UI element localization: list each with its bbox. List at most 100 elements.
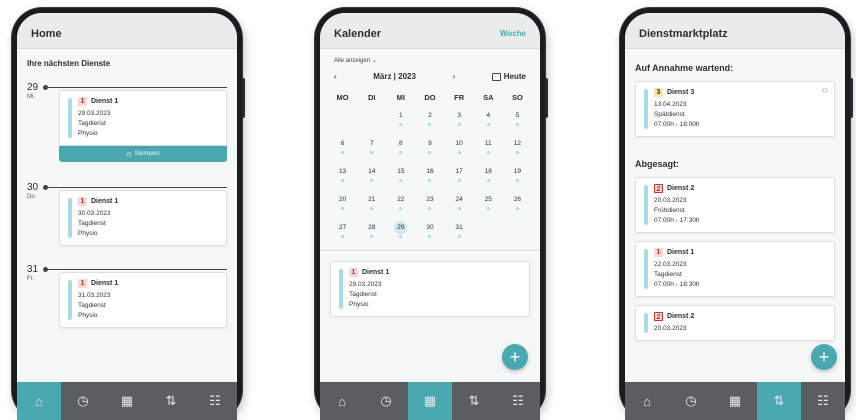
- shift-card[interactable]: 1 Dienst 1 31.03.2023 Tagdienst Physio: [59, 272, 227, 328]
- calendar-empty: [503, 214, 532, 242]
- calendar-day[interactable]: 5: [503, 102, 532, 130]
- calendar-day[interactable]: 28: [357, 214, 386, 242]
- nav-market[interactable]: ⇅: [757, 382, 801, 420]
- nav-team[interactable]: ☷: [496, 382, 540, 420]
- shift-indicator: [474, 123, 503, 126]
- add-button[interactable]: +: [811, 344, 837, 370]
- day-number: 27: [338, 224, 347, 231]
- calendar-day[interactable]: 20: [328, 186, 357, 214]
- shift-indicator: [503, 207, 532, 210]
- shift-indicator: [503, 179, 532, 182]
- shift-card[interactable]: 1 Dienst 1 30.03.2023 Tagdienst Physio: [59, 190, 227, 246]
- nav-home[interactable]: ⌂: [320, 382, 364, 420]
- shift-indicator: [386, 207, 415, 210]
- calendar-day[interactable]: 2: [415, 102, 444, 130]
- calendar-day[interactable]: 16: [415, 158, 444, 186]
- calendar-day[interactable]: 15: [386, 158, 415, 186]
- calendar-empty: [328, 102, 357, 130]
- filter-dropdown[interactable]: Alle anzeigen ⌄: [320, 49, 540, 64]
- nav-home[interactable]: ⌂: [625, 382, 669, 420]
- next-month-button[interactable]: ›: [453, 72, 456, 81]
- shift-color-bar: [68, 98, 72, 138]
- calendar-day[interactable]: 18: [474, 158, 503, 186]
- calendar-day[interactable]: 24: [445, 186, 474, 214]
- shift-date: 20.03.2023: [654, 325, 687, 332]
- calendar-week: 13 14 15 16 17 18 19: [328, 158, 532, 186]
- calendar-day[interactable]: 21: [357, 186, 386, 214]
- calendar-week: 20 21 22 23 24 25 26: [328, 186, 532, 214]
- shift-dot: [428, 123, 432, 126]
- nav-home[interactable]: ⌂: [17, 382, 61, 420]
- shift-card[interactable]: 2 Dienst 2 20.03.2023: [635, 305, 835, 341]
- nav-calendar[interactable]: ▦: [105, 382, 149, 420]
- app-showcase: Home Ihre nächsten Dienste 29 Mi. 1 Diens…: [0, 0, 856, 420]
- phone-calendar: Kalender Woche Alle anzeigen ⌄ ‹ März | …: [315, 8, 548, 420]
- shift-card[interactable]: 1 Dienst 1 29.03.2023 Tagdienst Physio: [59, 90, 227, 146]
- calendar-day[interactable]: 26: [503, 186, 532, 214]
- nav-team[interactable]: ☷: [801, 382, 845, 420]
- calendar-day[interactable]: 13: [328, 158, 357, 186]
- shift-name: Dienst 1: [91, 98, 119, 105]
- add-button[interactable]: +: [502, 344, 528, 370]
- calendar-day[interactable]: 25: [474, 186, 503, 214]
- shift-dot: [515, 179, 519, 182]
- calendar-day[interactable]: 22: [386, 186, 415, 214]
- weekday-label: FR: [454, 93, 465, 102]
- calendar-day[interactable]: 8: [386, 130, 415, 158]
- calendar-day[interactable]: 31: [445, 214, 474, 242]
- shift-dept: Physio: [349, 301, 369, 308]
- day-number: 9: [428, 140, 432, 147]
- calendar-day[interactable]: 1: [386, 102, 415, 130]
- shift-indicator: [357, 151, 386, 154]
- page-title: Kalender: [334, 27, 382, 40]
- nav-market[interactable]: ⇅: [452, 382, 496, 420]
- shift-card[interactable]: 2 Dienst 2 20.03.2023 Frühdienst 07:00h -…: [635, 177, 835, 233]
- shift-indicator: [445, 179, 474, 182]
- nav-market[interactable]: ⇅: [149, 382, 193, 420]
- nav-team[interactable]: ☷: [193, 382, 237, 420]
- shift-dot: [370, 179, 374, 182]
- day-number: 30: [27, 182, 39, 193]
- selected-day-shifts: 1 Dienst 1 29.03.2023 Tagdienst Physio: [330, 261, 530, 317]
- calendar-day[interactable]: 17: [445, 158, 474, 186]
- calendar-day[interactable]: 3: [445, 102, 474, 130]
- calendar-day[interactable]: 11: [474, 130, 503, 158]
- calendar-day[interactable]: 14: [357, 158, 386, 186]
- shift-indicator: [445, 207, 474, 210]
- shift-card[interactable]: 1 Dienst 1 22.03.2023 Tagdienst 07:00h - …: [635, 241, 835, 297]
- calendar-day[interactable]: 30: [415, 214, 444, 242]
- shift-color-bar: [644, 313, 648, 333]
- stempeln-button[interactable]: ◷ Stempeln: [59, 146, 227, 162]
- shift-indicator: [386, 235, 415, 238]
- calendar-day[interactable]: 19: [503, 158, 532, 186]
- calendar-body: 1 2 3 4 5 6 7 8 9 10 11 12 13 14 15 16 17 18 19 20 21 22 23 24 2…: [328, 102, 532, 242]
- nav-time[interactable]: ◷: [61, 382, 105, 420]
- shift-badge: 1: [78, 279, 87, 288]
- shift-card[interactable]: ⚇ 3 Dienst 3 13.04.2023 Spätdienst 07:00h…: [635, 81, 835, 137]
- calendar-day[interactable]: 7: [357, 130, 386, 158]
- shift-indicator: [415, 235, 444, 238]
- shift-card[interactable]: 1 Dienst 1 29.03.2023 Tagdienst Physio: [330, 261, 530, 317]
- nav-calendar[interactable]: ▦: [713, 382, 757, 420]
- calendar-day[interactable]: 12: [503, 130, 532, 158]
- calendar-day[interactable]: 9: [415, 130, 444, 158]
- prev-month-button[interactable]: ‹: [334, 72, 337, 81]
- nav-time[interactable]: ◷: [364, 382, 408, 420]
- weekday-label: DI: [367, 93, 376, 102]
- timeline-line: [43, 185, 227, 190]
- calendar-day[interactable]: 10: [445, 130, 474, 158]
- calendar-day[interactable]: 4: [474, 102, 503, 130]
- nav-calendar[interactable]: ▦: [408, 382, 452, 420]
- calendar-day[interactable]: 27: [328, 214, 357, 242]
- nav-time[interactable]: ◷: [669, 382, 713, 420]
- shift-indicator: [386, 179, 415, 182]
- swap-icon: ⇅: [773, 393, 785, 408]
- shift-dot: [515, 123, 519, 126]
- calendar-day[interactable]: 29: [386, 214, 415, 242]
- day-group: 31 Fr. 1 Dienst 1 31.03.2023 Tagdienst Ph…: [17, 264, 237, 328]
- calendar-day[interactable]: 6: [328, 130, 357, 158]
- shift-dot: [428, 179, 432, 182]
- week-view-link[interactable]: Woche: [500, 29, 526, 38]
- calendar-day[interactable]: 23: [415, 186, 444, 214]
- today-button[interactable]: Heute: [491, 72, 526, 81]
